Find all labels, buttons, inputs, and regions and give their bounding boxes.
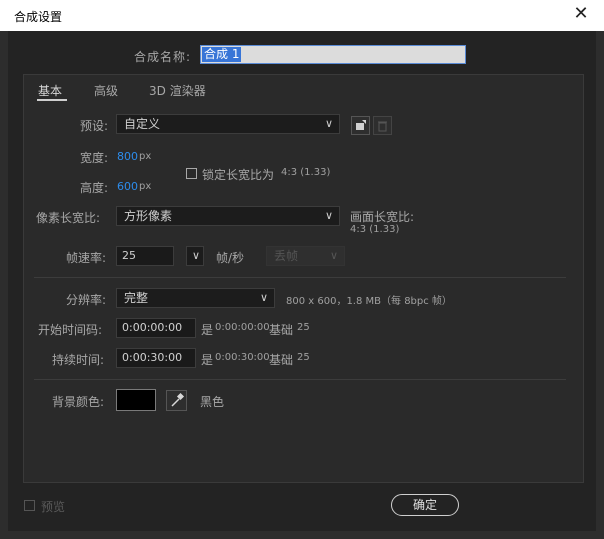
eyedropper-button[interactable] xyxy=(166,390,187,411)
title-bar xyxy=(0,0,604,31)
chevron-down-icon: ∨ xyxy=(324,209,333,222)
drop-frame-value: 丢帧 xyxy=(274,249,299,263)
lock-aspect-ratio: 4:3 (1.33) xyxy=(281,167,331,178)
height-value[interactable]: 600 xyxy=(117,180,138,193)
resolution-dropdown[interactable]: 完整 ∨ xyxy=(116,288,275,308)
width-label: 宽度: xyxy=(80,151,109,165)
resolution-value: 完整 xyxy=(124,291,149,305)
start-timecode-equiv: 0:00:00:00 xyxy=(215,322,270,333)
ok-button[interactable]: 确定 xyxy=(391,494,459,516)
preset-label: 预设: xyxy=(80,119,109,133)
delete-preset-button[interactable] xyxy=(373,116,392,135)
height-label: 高度: xyxy=(80,181,109,195)
section-divider xyxy=(34,379,566,380)
preview-checkbox[interactable] xyxy=(24,500,35,511)
preset-value: 自定义 xyxy=(124,117,161,131)
chevron-down-icon: ∨ xyxy=(191,249,200,262)
background-color-label: 背景颜色: xyxy=(52,395,105,409)
preview-label: 预览 xyxy=(41,500,66,514)
background-color-swatch[interactable] xyxy=(116,389,156,411)
height-unit: px xyxy=(139,181,152,192)
close-icon[interactable]: ✕ xyxy=(572,4,590,24)
duration-equiv: 0:00:30:00 xyxy=(215,352,270,363)
lock-aspect-label: 锁定长宽比为 xyxy=(202,168,275,182)
tab-basic[interactable]: 基本 xyxy=(38,82,62,99)
frame-aspect-label: 画面长宽比: xyxy=(350,210,415,224)
duration-base-label: 基础 xyxy=(269,353,294,367)
save-preset-button[interactable] xyxy=(351,116,370,135)
section-divider xyxy=(34,277,566,278)
frame-rate-dropdown[interactable]: ∨ xyxy=(186,246,204,266)
save-preset-icon xyxy=(356,120,366,130)
resolution-info: 800 x 600，1.8 MB（每 8bpc 帧） xyxy=(286,296,452,307)
chevron-down-icon: ∨ xyxy=(329,249,338,262)
drop-frame-dropdown: 丢帧 ∨ xyxy=(266,246,345,266)
resolution-label: 分辨率: xyxy=(66,293,107,307)
window-border-left xyxy=(0,31,8,539)
trash-icon xyxy=(378,121,387,132)
start-timecode-base-label: 基础 xyxy=(269,323,294,337)
frame-aspect-value: 4:3 (1.33) xyxy=(350,224,400,235)
comp-name-value[interactable]: 合成 1 xyxy=(202,47,242,62)
eyedropper-icon xyxy=(171,392,185,407)
tab-3d-renderer[interactable]: 3D 渲染器 xyxy=(149,82,206,99)
window-border-bottom xyxy=(0,531,604,539)
start-timecode-label: 开始时间码: xyxy=(38,323,103,337)
lock-aspect-checkbox[interactable] xyxy=(186,168,197,179)
pixel-aspect-value: 方形像素 xyxy=(124,209,173,223)
start-timecode-base: 25 xyxy=(297,322,310,333)
start-timecode-value: 0:00:00:00 xyxy=(122,321,183,334)
start-timecode-input[interactable]: 0:00:00:00 xyxy=(116,318,196,338)
duration-prefix: 是 xyxy=(201,353,214,367)
preset-dropdown[interactable]: 自定义 ∨ xyxy=(116,114,340,134)
width-unit: px xyxy=(139,151,152,162)
frame-rate-label: 帧速率: xyxy=(66,251,107,265)
tab-advanced[interactable]: 高级 xyxy=(94,82,118,99)
settings-panel xyxy=(23,74,584,483)
window-border-right xyxy=(596,31,604,539)
start-timecode-prefix: 是 xyxy=(201,323,214,337)
pixel-aspect-label: 像素长宽比: xyxy=(36,211,101,225)
active-tab-indicator xyxy=(37,99,67,101)
comp-name-label: 合成名称: xyxy=(134,50,192,64)
chevron-down-icon: ∨ xyxy=(259,291,268,304)
width-value[interactable]: 800 xyxy=(117,150,138,163)
duration-value: 0:00:30:00 xyxy=(122,351,183,364)
pixel-aspect-dropdown[interactable]: 方形像素 ∨ xyxy=(116,206,340,226)
duration-label: 持续时间: xyxy=(52,353,105,367)
background-color-name: 黑色 xyxy=(200,395,225,409)
frame-rate-unit: 帧/秒 xyxy=(216,251,245,265)
window-title: 合成设置 xyxy=(14,10,63,24)
frame-rate-input[interactable]: 25 xyxy=(116,246,174,266)
chevron-down-icon: ∨ xyxy=(324,117,333,130)
frame-rate-value: 25 xyxy=(122,249,136,262)
duration-base: 25 xyxy=(297,352,310,363)
duration-input[interactable]: 0:00:30:00 xyxy=(116,348,196,368)
